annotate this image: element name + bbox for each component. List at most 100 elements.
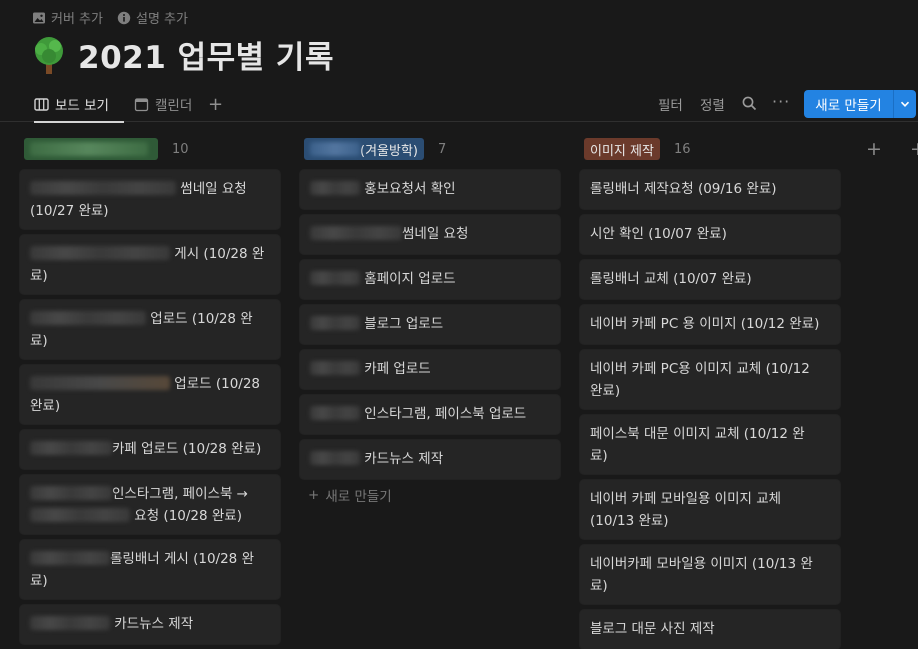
add-view-button[interactable]: + — [208, 94, 223, 115]
card-title: 네이버 카페 PC용 이미지 교체 (10/12 — [590, 361, 810, 377]
board-card[interactable]: 홍보요청서 확인 — [300, 170, 560, 209]
tab-board-view[interactable]: 보드 보기 — [34, 86, 124, 123]
column-tag — [24, 138, 158, 160]
card-title-line2: (10/27 완료) — [30, 203, 109, 219]
board-card[interactable]: 네이버카페 모바일용 이미지 (10/13 완 료) — [580, 545, 840, 604]
card-title: 네이버 카페 PC 용 이미지 (10/12 완료) — [590, 316, 820, 332]
card-title: 인스타그램, 페이스북 → — [112, 486, 248, 502]
board-card[interactable]: 블로그 업로드 — [300, 305, 560, 344]
column-count: 16 — [673, 141, 691, 157]
card-title: 썸네일 요청 — [402, 226, 469, 242]
board-icon — [34, 97, 49, 111]
board-card[interactable]: 썸네일 요청 (10/27 완료) — [20, 170, 280, 229]
column-count: 10 — [172, 141, 189, 157]
board-card[interactable]: 네이버 카페 모바일용 이미지 교체 (10/13 완료) — [580, 480, 840, 539]
board-card[interactable]: 페이스북 대문 이미지 교체 (10/12 완 료) — [580, 415, 840, 474]
card-title: 카드뉴스 제작 — [114, 616, 194, 632]
filter-button[interactable]: 필터 — [658, 94, 683, 114]
add-cover-label: 커버 추가 — [51, 12, 103, 27]
info-icon — [117, 11, 131, 24]
tab-calendar-view[interactable]: 캘린더 — [134, 86, 192, 122]
card-title: 홍보요청서 확인 — [364, 181, 456, 197]
new-button-group: 새로 만들기 — [804, 90, 916, 118]
card-title-line2: 료) — [30, 268, 48, 284]
board-card[interactable]: 인스타그램, 페이스북 → 요청 (10/28 완료) — [20, 475, 280, 534]
card-title: 카페 업로드 (10/28 완료) — [112, 441, 262, 457]
tab-calendar-label: 캘린더 — [155, 98, 193, 114]
board-card[interactable]: 카드뉴스 제작 — [300, 440, 560, 479]
board-card[interactable]: 게시 (10/28 완 료) — [20, 235, 280, 294]
card-title: 게시 (10/28 완 — [174, 246, 265, 262]
board-column-1: 10 썸네일 요청 (10/27 완료) 게시 (10/28 완 료) 업로드 … — [20, 136, 282, 649]
card-title: 썸네일 요청 — [180, 181, 247, 197]
new-button-dropdown[interactable] — [894, 90, 916, 118]
add-description-button[interactable]: 설명 추가 — [117, 8, 188, 27]
column-header[interactable]: 10 — [24, 136, 282, 162]
page-meta-actions: 커버 추가 설명 추가 — [32, 8, 188, 27]
card-title: 네이버카페 모바일용 이미지 (10/13 완 — [590, 556, 813, 572]
column-header[interactable]: (겨울방학) 7 — [304, 136, 562, 162]
board-card[interactable]: 홈페이지 업로드 — [300, 260, 560, 299]
notion-board-page: 커버 추가 설명 추가 2021 업무별 기록 보드 보기 캘린더 + 필터 정… — [0, 0, 918, 649]
tab-board-label: 보드 보기 — [55, 98, 109, 114]
card-title: 홈페이지 업로드 — [364, 271, 456, 287]
view-toolbar: 보드 보기 캘린더 + 필터 정렬 ··· 새로 만들기 — [0, 86, 918, 123]
board-column-2: (겨울방학) 7 홍보요청서 확인 썸네일 요청 홈페이지 업로드 블로그 업로… — [300, 136, 562, 505]
card-title: 카페 업로드 — [364, 361, 431, 377]
search-icon — [742, 96, 757, 111]
card-title: 블로그 업로드 — [364, 316, 444, 332]
card-title-line2: 료) — [590, 578, 608, 594]
board-card[interactable]: 롤링배너 교체 (10/07 완료) — [580, 260, 840, 299]
card-title: 시안 확인 (10/07 완료) — [590, 226, 727, 242]
board-card[interactable]: 네이버 카페 PC 용 이미지 (10/12 완료) — [580, 305, 840, 344]
add-description-label: 설명 추가 — [135, 12, 188, 27]
card-title-line2: (10/13 완료) — [590, 513, 669, 529]
board-card[interactable]: 업로드 (10/28 완 료) — [20, 300, 280, 359]
card-title: 인스타그램, 페이스북 업로드 — [364, 406, 527, 422]
title-row: 2021 업무별 기록 — [30, 32, 334, 77]
board-card[interactable]: 롤링배너 제작요청 (09/16 완료) — [580, 170, 840, 209]
column-header[interactable]: 이미지 제작 16 — [584, 136, 842, 162]
card-title: 업로드 (10/28 완 — [150, 311, 253, 327]
add-cover-button[interactable]: 커버 추가 — [32, 8, 103, 27]
board-card[interactable]: 썸네일 요청 — [300, 215, 560, 254]
board-card[interactable]: 시안 확인 (10/07 완료) — [580, 215, 840, 254]
card-title: 페이스북 대문 이미지 교체 (10/12 완 — [590, 426, 805, 442]
new-card-label: 새로 만들기 — [325, 489, 392, 505]
card-title: 롤링배너 교체 (10/07 완료) — [590, 271, 752, 287]
page-title[interactable]: 2021 업무별 기록 — [78, 32, 334, 77]
add-group-button[interactable]: + — [866, 138, 882, 160]
board-card[interactable]: 업로드 (10/28 완료) — [20, 365, 280, 424]
board-card[interactable]: 카드뉴스 제작 — [20, 605, 280, 644]
card-title: 블로그 대문 사진 제작 — [590, 621, 715, 637]
tree-icon[interactable] — [30, 35, 68, 75]
column-tag: 이미지 제작 — [584, 138, 660, 160]
add-group-button-secondary[interactable]: + — [910, 138, 918, 160]
plus-icon: + — [308, 487, 320, 503]
new-button[interactable]: 새로 만들기 — [804, 90, 894, 118]
more-options-button[interactable]: ··· — [772, 92, 790, 111]
card-title: 롤링배너 제작요청 (09/16 완료) — [590, 181, 777, 197]
board-card[interactable]: 인스타그램, 페이스북 업로드 — [300, 395, 560, 434]
search-button[interactable] — [742, 96, 757, 115]
card-title-line2: 완료) — [590, 383, 621, 399]
board-card[interactable]: 카페 업로드 — [300, 350, 560, 389]
card-title-line2: 요청 (10/28 완료) — [134, 508, 242, 524]
card-title-line2: 료) — [30, 333, 48, 349]
card-title: 네이버 카페 모바일용 이미지 교체 — [590, 491, 782, 507]
sort-button[interactable]: 정렬 — [700, 94, 725, 114]
board-card[interactable]: 롤링배너 게시 (10/28 완 료) — [20, 540, 280, 599]
card-title-line2: 료) — [30, 573, 48, 589]
card-title: 롤링배너 게시 (10/28 완 — [110, 551, 254, 567]
card-title-line2: 완료) — [30, 398, 61, 414]
card-title: 카드뉴스 제작 — [364, 451, 444, 467]
board-card[interactable]: 블로그 대문 사진 제작 — [580, 610, 840, 649]
board-card[interactable]: 카페 업로드 (10/28 완료) — [20, 430, 280, 469]
card-title: 업로드 (10/28 — [174, 376, 261, 392]
card-title-line2: 료) — [590, 448, 608, 464]
new-card-button[interactable]: + 새로 만들기 — [308, 485, 562, 505]
board-card[interactable]: 네이버 카페 PC용 이미지 교체 (10/12 완료) — [580, 350, 840, 409]
chevron-down-icon — [900, 101, 910, 107]
column-count: 7 — [437, 141, 447, 157]
board-column-3: 이미지 제작 16 롤링배너 제작요청 (09/16 완료) 시안 확인 (10… — [580, 136, 842, 649]
